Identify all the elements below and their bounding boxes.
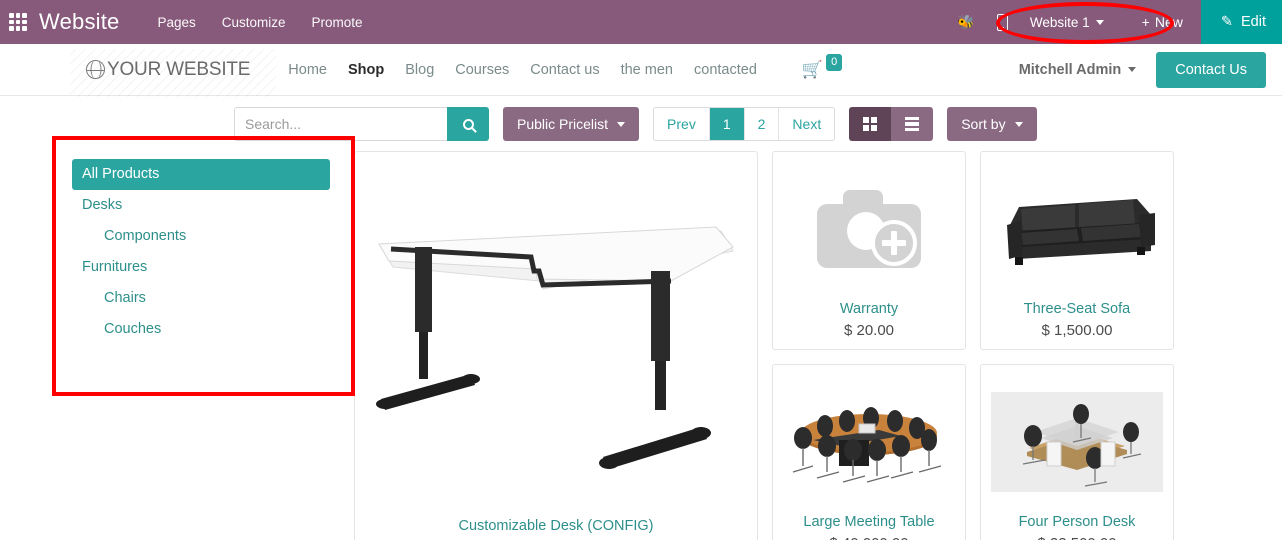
search-icon xyxy=(462,118,474,130)
four-person-desk-illustration xyxy=(991,391,1163,492)
category-item-all-products[interactable]: All Products xyxy=(72,159,330,191)
nav-item-courses[interactable]: Courses xyxy=(455,62,509,78)
systray-menu-pages[interactable]: Pages xyxy=(157,15,195,30)
chevron-down-icon xyxy=(617,121,626,127)
sort-by-dropdown[interactable]: Sort by xyxy=(947,107,1037,141)
white-corner-desk-image xyxy=(369,166,743,512)
systray-menu-customize[interactable]: Customize xyxy=(222,15,286,30)
category-list: All Products Desks Components Furnitures… xyxy=(64,151,338,354)
product-card-large-meeting-table[interactable]: Large Meeting Table $ 40,000.00 xyxy=(772,364,966,540)
product-price: $ 1,500.00 xyxy=(1041,322,1113,339)
pagination-next[interactable]: Next xyxy=(779,108,834,140)
pagination-prev[interactable]: Prev xyxy=(654,108,710,140)
shop-body: Public Pricelist Prev 1 2 Next Sort by xyxy=(0,96,1282,540)
product-card-three-seat-sofa[interactable]: Three-Seat Sofa $ 1,500.00 xyxy=(980,151,1174,350)
shop-toolbar: Public Pricelist Prev 1 2 Next Sort by xyxy=(0,96,1282,151)
nav-item-contact-us[interactable]: Contact us xyxy=(530,62,599,78)
edit-button[interactable]: ✎ Edit xyxy=(1200,0,1282,44)
site-nav: Home Shop Blog Courses Contact us the me… xyxy=(288,54,843,79)
category-item-furnitures[interactable]: Furnitures xyxy=(72,252,330,283)
chevron-down-icon xyxy=(1014,121,1023,127)
nav-item-blog[interactable]: Blog xyxy=(405,62,434,78)
app-brand-name[interactable]: Website xyxy=(39,9,119,35)
product-card-warranty[interactable]: Warranty $ 20.00 xyxy=(772,151,966,350)
search-input[interactable] xyxy=(234,107,447,141)
product-title: Warranty xyxy=(839,301,899,317)
pagination-page-1[interactable]: 1 xyxy=(709,108,745,140)
shop-main: All Products Desks Components Furnitures… xyxy=(0,151,1282,540)
search-button[interactable] xyxy=(447,107,489,141)
mobile-preview-icon[interactable] xyxy=(996,13,1008,31)
chevron-down-icon xyxy=(1128,67,1137,72)
large-meeting-table-image xyxy=(783,375,955,508)
site-logo-text: YOUR WEBSITE xyxy=(107,58,251,80)
nav-item-shop[interactable]: Shop xyxy=(348,62,384,78)
product-grid: Customizable Desk (CONFIG) $ 750.00 xyxy=(354,151,1282,540)
list-view-button[interactable] xyxy=(891,107,934,141)
sofa-illustration xyxy=(1007,198,1155,265)
pencil-icon: ✎ xyxy=(1220,14,1233,30)
pagination-page-2[interactable]: 2 xyxy=(745,108,780,140)
sort-by-label: Sort by xyxy=(961,116,1006,132)
shopping-cart-icon: 🛒 xyxy=(801,60,824,79)
website-header: YOUR WEBSITE Home Shop Blog Courses Cont… xyxy=(0,44,1282,97)
product-price: $ 20.00 xyxy=(843,322,895,339)
meeting-table-illustration xyxy=(792,406,942,483)
category-item-components[interactable]: Components xyxy=(94,221,330,252)
nav-item-home[interactable]: Home xyxy=(288,62,327,78)
product-title: Three-Seat Sofa xyxy=(1023,301,1131,317)
product-title: Customizable Desk (CONFIG) xyxy=(458,518,654,534)
website-selector[interactable]: Website 1 xyxy=(1030,15,1104,30)
chevron-down-icon xyxy=(1095,19,1104,25)
product-cards-column: Warranty $ 20.00 Three-Seat Sofa $ 1,500… xyxy=(772,151,1198,540)
cart-button[interactable]: 🛒 0 xyxy=(801,54,843,79)
product-price: $ 22,500.00 xyxy=(1037,535,1116,540)
placeholder-camera-icon xyxy=(783,162,955,295)
product-title: Four Person Desk xyxy=(1018,514,1136,530)
category-item-desks[interactable]: Desks xyxy=(72,190,330,221)
grid-view-button[interactable] xyxy=(849,107,892,141)
cart-count-badge: 0 xyxy=(826,54,843,71)
site-logo[interactable]: YOUR WEBSITE xyxy=(70,48,277,97)
apps-grid-icon[interactable] xyxy=(9,13,27,31)
category-sidebar: All Products Desks Components Furnitures… xyxy=(64,151,354,540)
plus-icon: + xyxy=(1141,14,1150,30)
bug-icon[interactable]: 🐝 xyxy=(957,15,974,29)
systray-menu-promote[interactable]: Promote xyxy=(312,15,363,30)
search-group xyxy=(234,107,489,141)
new-button-label: New xyxy=(1154,14,1183,30)
header-right: Mitchell Admin Contact Us xyxy=(1019,51,1266,88)
product-card-customizable-desk[interactable]: Customizable Desk (CONFIG) $ 750.00 xyxy=(354,151,758,540)
black-leather-sofa-image xyxy=(991,162,1163,295)
camera-placeholder-icon xyxy=(817,189,921,268)
featured-product-column: Customizable Desk (CONFIG) $ 750.00 xyxy=(354,151,758,540)
list-view-icon xyxy=(905,117,920,131)
user-menu-label: Mitchell Admin xyxy=(1018,61,1122,78)
new-button[interactable]: + New xyxy=(1142,14,1183,30)
globe-icon xyxy=(86,60,105,79)
product-title: Large Meeting Table xyxy=(803,514,935,530)
pricelist-dropdown[interactable]: Public Pricelist xyxy=(503,107,640,141)
odoo-systray: Website Pages Customize Promote 🐝 Websit… xyxy=(0,0,1282,44)
website-selector-label: Website 1 xyxy=(1029,14,1090,30)
view-toggle xyxy=(849,107,934,141)
nav-item-contacted[interactable]: contacted xyxy=(694,62,757,78)
systray-right: 🐝 Website 1 + New ✎ Edit xyxy=(957,0,1282,44)
edit-button-label: Edit xyxy=(1241,14,1266,30)
user-menu[interactable]: Mitchell Admin xyxy=(1019,62,1137,78)
product-card-four-person-desk[interactable]: Four Person Desk $ 22,500.00 xyxy=(980,364,1174,540)
desk-illustration xyxy=(376,226,734,469)
pricelist-label: Public Pricelist xyxy=(517,116,609,132)
nav-item-the-men[interactable]: the men xyxy=(621,62,673,78)
contact-us-button[interactable]: Contact Us xyxy=(1156,51,1266,88)
category-item-couches[interactable]: Couches xyxy=(94,314,330,345)
product-price: $ 40,000.00 xyxy=(829,535,908,540)
grid-view-icon xyxy=(863,117,878,131)
category-item-chairs[interactable]: Chairs xyxy=(94,283,330,314)
four-person-desk-image xyxy=(991,375,1163,508)
pagination: Prev 1 2 Next xyxy=(653,107,836,141)
systray-menu: Pages Customize Promote xyxy=(157,15,362,30)
